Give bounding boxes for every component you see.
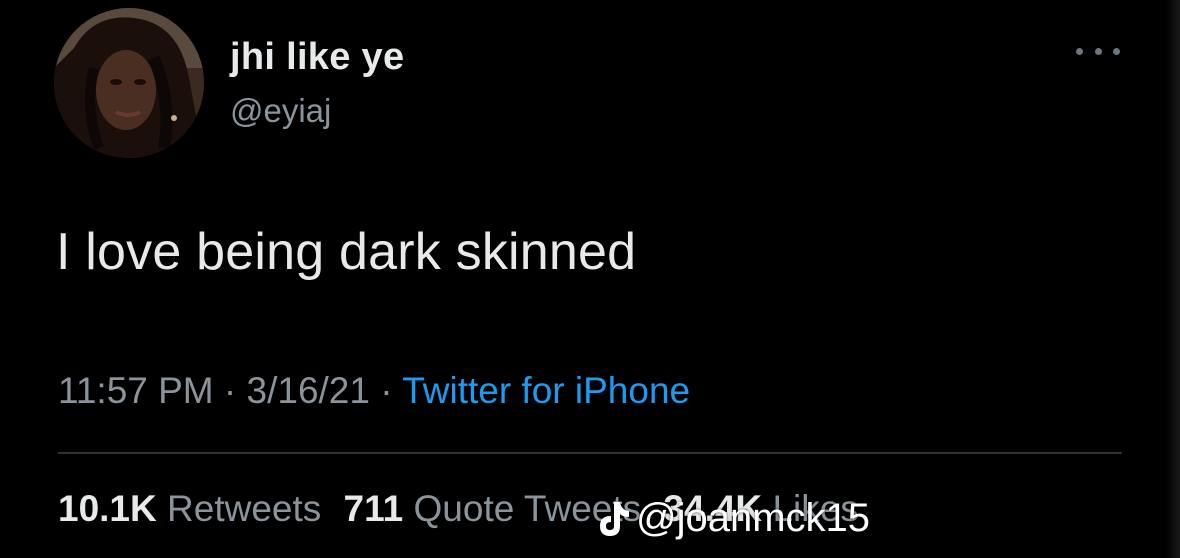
tweet-metadata: 11:57 PM · 3/16/21 · Twitter for iPhone: [58, 370, 690, 412]
more-dot: [1113, 47, 1120, 55]
retweets-count: 10.1K: [58, 488, 157, 529]
divider: [58, 452, 1122, 454]
tweet-time[interactable]: 11:57 PM: [58, 370, 214, 411]
screen-edge: [1166, 0, 1180, 558]
display-name[interactable]: jhi like ye: [230, 36, 404, 79]
retweets-stat[interactable]: 10.1K Retweets: [58, 488, 321, 529]
more-dot: [1076, 47, 1083, 55]
user-handle[interactable]: @eyiaj: [230, 92, 331, 130]
more-options-icon[interactable]: [1076, 38, 1120, 64]
watermark-text: @joanmck15: [636, 496, 871, 540]
retweets-label: Retweets: [167, 488, 322, 529]
tiktok-icon: [600, 501, 629, 536]
quotes-count: 711: [343, 488, 404, 529]
avatar-image: [54, 8, 204, 158]
tweet-source-link[interactable]: Twitter for iPhone: [402, 370, 690, 411]
more-dot: [1094, 47, 1102, 55]
tweet-text: I love being dark skinned: [56, 223, 637, 281]
tweet-card: jhi like ye @eyiaj I love being dark ski…: [0, 0, 1180, 558]
meta-separator: ·: [213, 370, 247, 411]
tweet-date[interactable]: 3/16/21: [247, 370, 370, 411]
meta-separator: ·: [369, 370, 403, 411]
avatar[interactable]: [54, 8, 204, 158]
tiktok-watermark: @joanmck15: [594, 496, 870, 541]
